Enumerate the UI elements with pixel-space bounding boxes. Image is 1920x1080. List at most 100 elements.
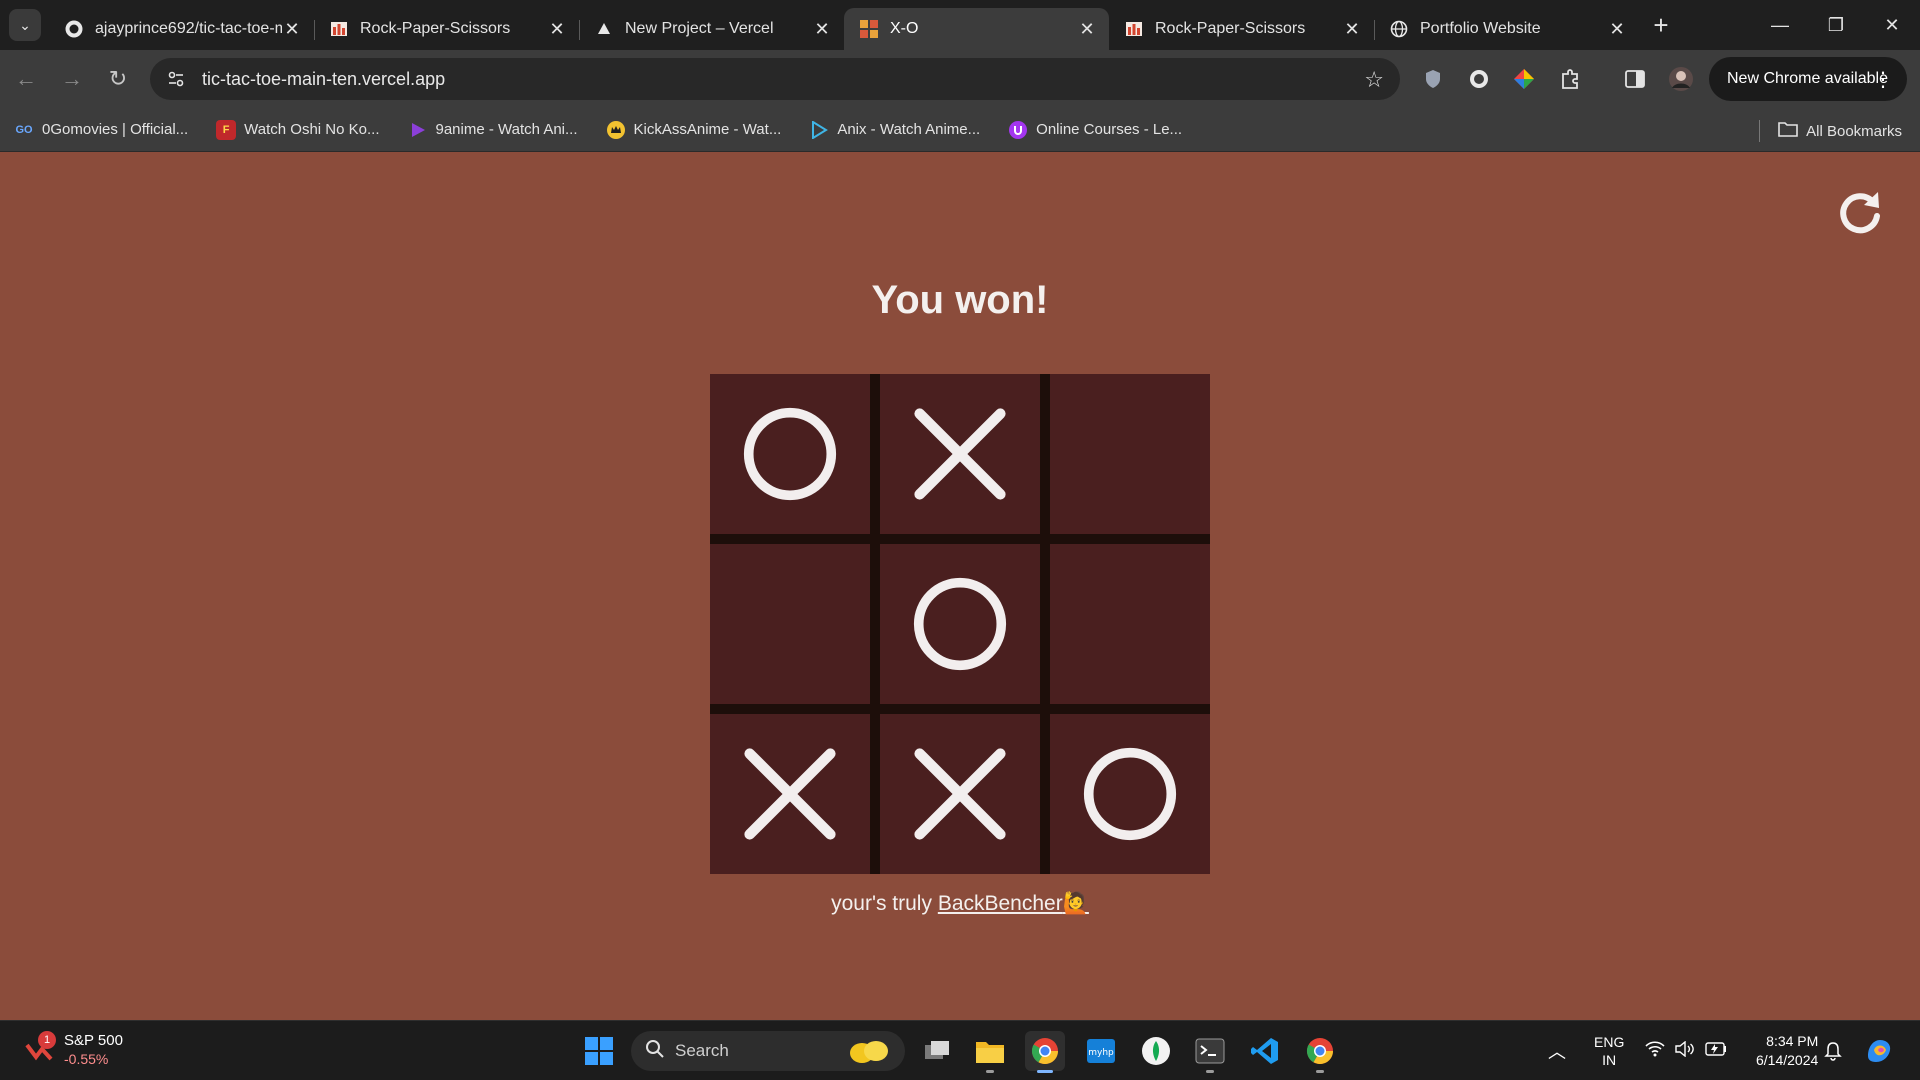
9anime-icon — [408, 120, 428, 140]
board-cell[interactable] — [1050, 374, 1210, 534]
copilot-icon[interactable] — [1864, 1021, 1894, 1080]
file-explorer-icon[interactable] — [970, 1031, 1010, 1073]
tab-github[interactable]: ajayprince692/tic-tac-toe-main ✕ — [49, 8, 315, 50]
tab-search-button[interactable]: ⌄ — [9, 9, 41, 41]
widget-value: -0.55% — [64, 1051, 109, 1067]
color-extension-icon[interactable] — [1507, 62, 1541, 96]
kickass-icon — [606, 120, 626, 140]
running-indicator — [986, 1070, 994, 1073]
tab-xo[interactable]: X-O ✕ — [844, 8, 1109, 50]
running-indicator — [1206, 1070, 1214, 1073]
show-hidden-icons-chevron[interactable]: ︿ — [1548, 1021, 1566, 1080]
chevron-down-icon: ⌄ — [19, 16, 31, 33]
url-text: tic-tac-toe-main-ten.vercel.app — [202, 68, 446, 89]
back-arrow-icon[interactable]: ← — [6, 59, 46, 99]
notification-bell-icon[interactable] — [1824, 1021, 1842, 1080]
more-menu-icon[interactable]: ⋮ — [1873, 67, 1893, 92]
profile-avatar[interactable] — [1664, 62, 1698, 96]
close-window-icon[interactable]: ✕ — [1864, 0, 1920, 50]
bookmark-gomovies[interactable]: GO 0Gomovies | Official... — [14, 120, 188, 140]
taskbar-search-box[interactable]: Search — [631, 1031, 905, 1071]
clock[interactable]: 8:34 PM 6/14/2024 — [1756, 1021, 1818, 1080]
wifi-icon — [1645, 1040, 1665, 1062]
reload-icon[interactable]: ↻ — [98, 59, 138, 99]
bookmark-oshi[interactable]: F Watch Oshi No Ko... — [216, 119, 380, 140]
tab-strip: ⌄ ajayprince692/tic-tac-toe-main ✕ Rock-… — [0, 0, 1920, 50]
chevron-up-icon: ︿ — [1548, 1042, 1566, 1062]
github-icon — [65, 20, 83, 38]
board-cell[interactable] — [880, 374, 1040, 534]
chrome-icon[interactable] — [1025, 1031, 1065, 1073]
close-tab-icon[interactable]: ✕ — [812, 19, 832, 40]
region-code: IN — [1602, 1052, 1617, 1068]
all-bookmarks-button[interactable]: All Bookmarks — [1759, 120, 1902, 142]
globe-icon — [1390, 20, 1408, 38]
close-tab-icon[interactable]: ✕ — [1077, 19, 1097, 40]
gomovies-icon: GO — [15, 123, 33, 136]
rps-favicon — [1125, 20, 1143, 38]
bookmark-label: 9anime - Watch Ani... — [435, 121, 578, 138]
language-code: ENG — [1594, 1034, 1625, 1050]
mongodb-compass-icon[interactable] — [1136, 1031, 1176, 1071]
bookmark-anix[interactable]: Anix - Watch Anime... — [809, 120, 980, 140]
new-chrome-update-button[interactable]: New Chrome available ⋮ — [1709, 57, 1907, 101]
stock-chart-icon: 1 — [24, 1031, 56, 1065]
oshi-icon: F — [216, 119, 237, 140]
x-mark-icon — [744, 748, 836, 840]
lemon-highlight-icon — [847, 1037, 891, 1070]
vscode-icon[interactable] — [1245, 1031, 1285, 1071]
board-cell[interactable] — [1050, 714, 1210, 874]
windows-start-icon[interactable] — [579, 1031, 619, 1071]
running-indicator — [1037, 1070, 1053, 1073]
x-mark-icon — [914, 408, 1006, 500]
language-indicator[interactable]: ENG IN — [1594, 1021, 1624, 1080]
chrome-profile-icon[interactable] — [1300, 1031, 1340, 1073]
tab-title: Rock-Paper-Scissors — [1155, 20, 1306, 37]
address-bar[interactable]: tic-tac-toe-main-ten.vercel.app ☆ — [150, 58, 1400, 100]
minimize-icon[interactable]: — — [1752, 0, 1808, 50]
shield-extension-icon[interactable] — [1416, 62, 1450, 96]
terminal-icon[interactable] — [1190, 1031, 1230, 1073]
board-cell[interactable] — [710, 374, 870, 534]
tab-portfolio[interactable]: Portfolio Website ✕ — [1374, 8, 1639, 50]
bookmark-udemy[interactable]: Online Courses - Le... — [1008, 120, 1182, 140]
board-cell[interactable] — [880, 714, 1040, 874]
widget-title: S&P 500 — [64, 1032, 123, 1049]
restart-game-button[interactable] — [1836, 188, 1884, 236]
board-cell[interactable] — [710, 544, 870, 704]
new-tab-button[interactable]: + — [1643, 7, 1679, 43]
bookmark-9anime[interactable]: 9anime - Watch Ani... — [408, 120, 578, 140]
system-status-icons[interactable] — [1645, 1021, 1727, 1080]
board-cell[interactable] — [1050, 544, 1210, 704]
forward-arrow-icon[interactable]: → — [52, 59, 92, 99]
tab-vercel[interactable]: New Project – Vercel ✕ — [579, 8, 844, 50]
board-cell[interactable] — [880, 544, 1040, 704]
bookmark-kickass[interactable]: KickAssAnime - Wat... — [606, 120, 781, 140]
search-placeholder: Search — [675, 1041, 729, 1060]
tab-rock-paper-scissors[interactable]: Rock-Paper-Scissors ✕ — [314, 8, 580, 50]
close-tab-icon[interactable]: ✕ — [282, 19, 302, 40]
o-mark-icon — [913, 577, 1007, 671]
close-tab-icon[interactable]: ✕ — [1342, 19, 1362, 40]
extension-circle-icon[interactable] — [1462, 62, 1496, 96]
bookmark-star-icon[interactable]: ☆ — [1364, 67, 1384, 93]
bookmark-label: Online Courses - Le... — [1036, 121, 1183, 138]
myhp-icon[interactable]: myhp — [1081, 1031, 1121, 1071]
author-link[interactable]: BackBencher🙋 — [938, 892, 1089, 915]
stock-widget[interactable]: 1 S&P 500 -0.55% — [24, 1031, 123, 1069]
side-panel-icon[interactable] — [1618, 62, 1652, 96]
task-view-icon[interactable] — [917, 1031, 957, 1071]
board-cell[interactable] — [710, 714, 870, 874]
bookmarks-divider — [1759, 120, 1761, 142]
author-name: BackBencher — [937, 892, 1063, 915]
tab-rock-paper-scissors-2[interactable]: Rock-Paper-Scissors ✕ — [1109, 8, 1375, 50]
bookmark-label: Anix - Watch Anime... — [837, 121, 981, 138]
close-tab-icon[interactable]: ✕ — [547, 19, 567, 40]
raising-hand-emoji: 🙋 — [1062, 892, 1089, 915]
puzzle-extensions-icon[interactable] — [1553, 62, 1587, 96]
restore-icon[interactable]: ❐ — [1808, 0, 1864, 50]
close-tab-icon[interactable]: ✕ — [1607, 19, 1627, 40]
o-mark-icon — [1083, 747, 1177, 841]
update-label: New Chrome available — [1727, 70, 1888, 87]
site-info-icon[interactable] — [164, 67, 188, 91]
